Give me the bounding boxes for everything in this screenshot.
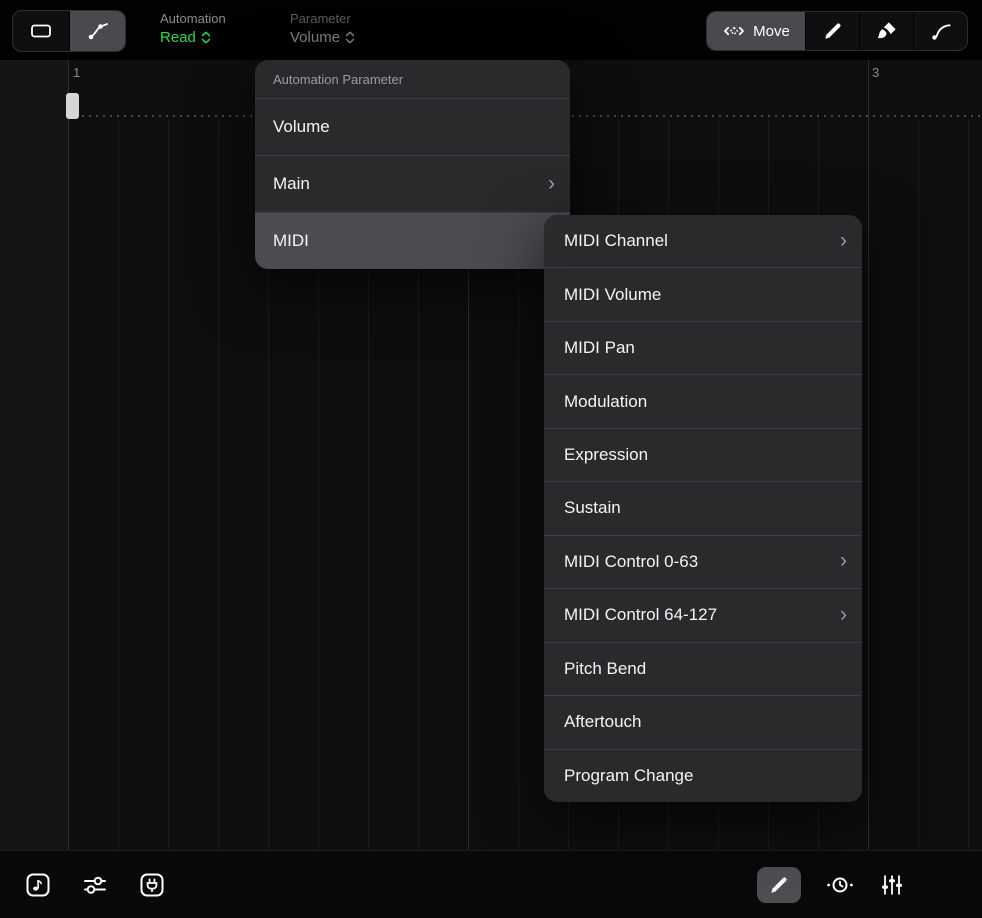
- brush-tool-button[interactable]: [859, 12, 913, 50]
- automation-parameter-control[interactable]: Parameter Volume: [290, 11, 355, 46]
- menu-item-label: Volume: [273, 117, 330, 137]
- pencil-tool-button[interactable]: [805, 12, 859, 50]
- chevron-right-icon: ›: [840, 550, 847, 571]
- levels-button[interactable]: [879, 872, 905, 898]
- submenu-item-label: Program Change: [564, 766, 693, 786]
- submenu-item-modulation[interactable]: Modulation: [544, 374, 862, 427]
- bottom-toolbar: [0, 850, 982, 918]
- chevron-right-icon: ›: [840, 230, 847, 251]
- automation-label: Automation: [160, 11, 226, 26]
- curve-tool-icon: [929, 19, 953, 43]
- region-tool-button[interactable]: [13, 11, 69, 51]
- automation-curve-icon: [86, 19, 110, 43]
- timer-button[interactable]: [825, 872, 855, 898]
- chevron-right-icon: ›: [840, 604, 847, 625]
- move-tool-button[interactable]: Move: [707, 12, 805, 50]
- popover-title: Automation Parameter: [255, 60, 570, 99]
- top-toolbar: Automation Read Parameter Volume: [0, 0, 982, 60]
- submenu-item-label: Pitch Bend: [564, 659, 646, 679]
- edit-mode-segmented-control: [12, 10, 126, 52]
- plugins-button[interactable]: [139, 872, 165, 898]
- submenu-item-midi-control-0-63[interactable]: MIDI Control 0-63 ›: [544, 535, 862, 588]
- automation-mode-control[interactable]: Automation Read: [160, 11, 226, 46]
- chevron-up-down-icon: [345, 31, 355, 44]
- parameter-label: Parameter: [290, 11, 355, 26]
- menu-item-volume[interactable]: Volume: [255, 99, 570, 155]
- chevron-up-down-icon: [201, 31, 211, 44]
- mixer-icon: [82, 872, 108, 898]
- submenu-item-expression[interactable]: Expression: [544, 428, 862, 481]
- bottom-right-controls: [757, 867, 982, 903]
- automation-parameter-popover: Automation Parameter Volume Main › MIDI: [255, 60, 570, 269]
- submenu-item-pitch-bend[interactable]: Pitch Bend: [544, 642, 862, 695]
- submenu-item-label: MIDI Channel: [564, 231, 668, 251]
- pencil-icon: [821, 19, 845, 43]
- submenu-item-midi-channel[interactable]: MIDI Channel ›: [544, 215, 862, 267]
- submenu-item-label: MIDI Control 0-63: [564, 552, 698, 572]
- bottom-left-controls: [0, 872, 165, 898]
- bar-line: [68, 60, 69, 850]
- curve-tool-button[interactable]: [913, 12, 967, 50]
- menu-item-label: MIDI: [273, 231, 309, 251]
- loops-icon: [25, 872, 51, 898]
- plugin-icon: [139, 872, 165, 898]
- submenu-item-label: Sustain: [564, 498, 621, 518]
- submenu-item-program-change[interactable]: Program Change: [544, 749, 862, 802]
- bar-number: 1: [73, 65, 80, 80]
- timer-icon: [825, 872, 855, 898]
- submenu-item-label: Expression: [564, 445, 648, 465]
- move-icon: [722, 19, 746, 43]
- automation-value-handle[interactable]: [66, 93, 79, 119]
- mixer-button[interactable]: [82, 872, 108, 898]
- levels-icon: [879, 872, 905, 898]
- bar-line: [868, 60, 869, 850]
- track-header-strip: [0, 60, 69, 850]
- submenu-item-label: Aftertouch: [564, 712, 642, 732]
- loops-browser-button[interactable]: [25, 872, 51, 898]
- midi-submenu: MIDI Channel › MIDI Volume MIDI Pan Modu…: [544, 215, 862, 802]
- automation-mode-value: Read: [160, 29, 196, 46]
- submenu-item-label: Modulation: [564, 392, 647, 412]
- submenu-item-midi-volume[interactable]: MIDI Volume: [544, 267, 862, 320]
- submenu-item-sustain[interactable]: Sustain: [544, 481, 862, 534]
- bar-number: 3: [872, 65, 879, 80]
- submenu-item-label: MIDI Volume: [564, 285, 661, 305]
- chevron-right-icon: ›: [548, 173, 555, 194]
- move-tool-label: Move: [753, 23, 790, 40]
- submenu-item-aftertouch[interactable]: Aftertouch: [544, 695, 862, 748]
- parameter-value: Volume: [290, 29, 340, 46]
- edit-mode-pencil-button[interactable]: [757, 867, 801, 903]
- submenu-item-label: MIDI Control 64-127: [564, 605, 717, 625]
- pencil-icon: [767, 873, 791, 897]
- automation-tool-button[interactable]: [69, 11, 125, 51]
- menu-item-label: Main: [273, 174, 310, 194]
- region-tool-icon: [29, 19, 53, 43]
- menu-item-main[interactable]: Main ›: [255, 155, 570, 212]
- automation-editor-window: Automation Read Parameter Volume: [0, 0, 982, 918]
- submenu-item-label: MIDI Pan: [564, 338, 635, 358]
- menu-item-midi[interactable]: MIDI: [255, 212, 570, 269]
- submenu-item-midi-pan[interactable]: MIDI Pan: [544, 321, 862, 374]
- brush-icon: [875, 19, 899, 43]
- pointer-tool-segmented-control: Move: [706, 11, 968, 51]
- submenu-item-midi-control-64-127[interactable]: MIDI Control 64-127 ›: [544, 588, 862, 641]
